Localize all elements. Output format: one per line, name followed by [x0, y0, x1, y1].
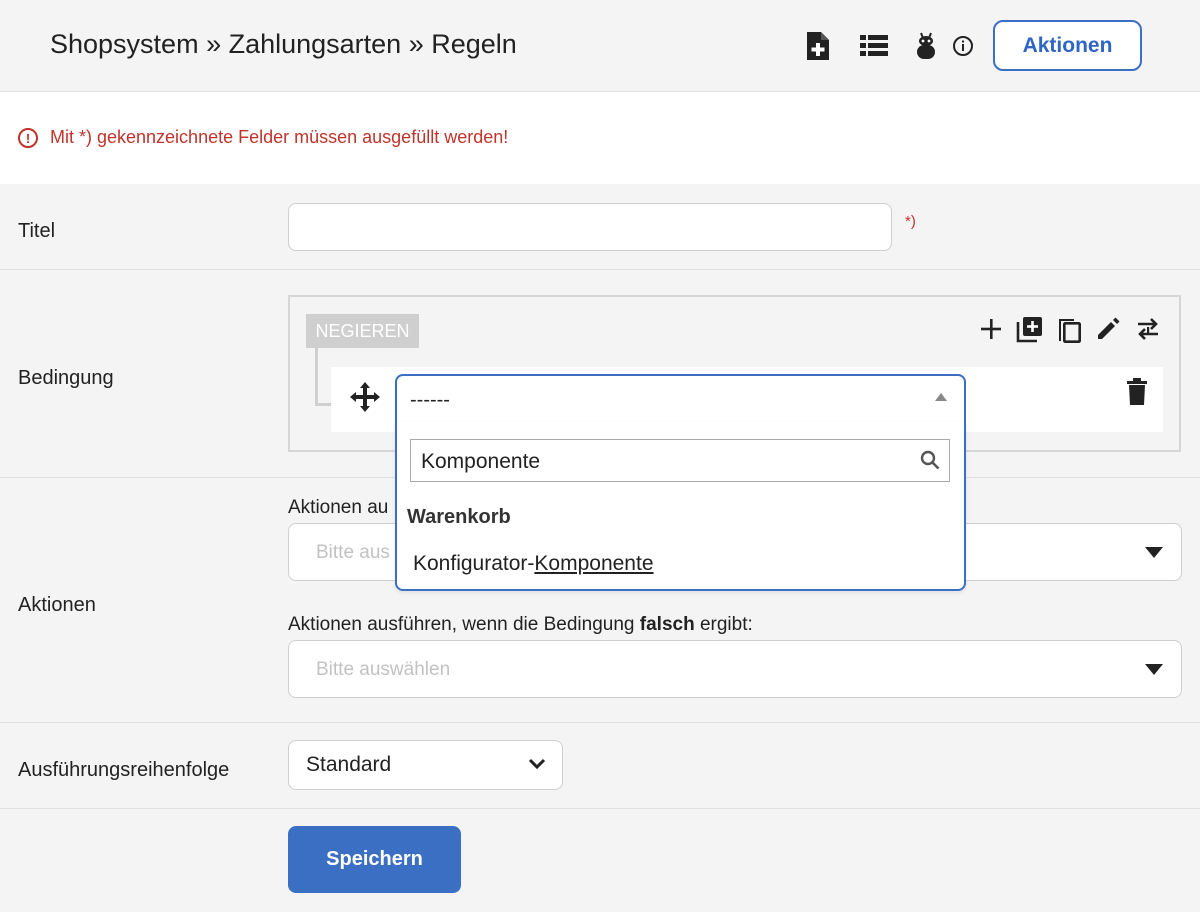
order-label: Ausführungsreihenfolge: [18, 759, 230, 781]
chevron-down-icon: [527, 757, 547, 771]
copy-icon[interactable]: [1054, 312, 1084, 346]
negate-button[interactable]: NEGIEREN: [306, 314, 419, 348]
actions-false-label: Aktionen ausführen, wenn die Bedingung f…: [288, 614, 753, 635]
edit-icon[interactable]: [1093, 312, 1123, 346]
breadcrumb: Shopsystem » Zahlungsarten » Regeln: [50, 29, 517, 59]
condition-select[interactable]: [395, 374, 966, 424]
delete-icon[interactable]: [1126, 378, 1148, 406]
list-icon[interactable]: [859, 30, 889, 62]
divider: [0, 808, 1200, 809]
plus-icon[interactable]: [976, 312, 1006, 346]
title-label: Titel: [18, 220, 56, 242]
file-add-icon[interactable]: [803, 30, 833, 62]
order-select-value: Standard: [306, 753, 392, 776]
search-icon: [919, 449, 941, 471]
required-marker: *): [905, 213, 916, 230]
dropdown-group-label: Warenkorb: [407, 506, 511, 528]
dropdown-search-value: Komponente: [421, 450, 541, 473]
alert-message: Mit *) gekennzeichnete Felder müssen aus…: [50, 127, 509, 147]
move-handle-icon[interactable]: [348, 380, 382, 414]
divider: [0, 269, 1200, 270]
actions-true-label: Aktionen au: [288, 497, 389, 518]
info-icon[interactable]: [948, 30, 978, 62]
title-input[interactable]: [288, 203, 892, 251]
dropdown-option[interactable]: Konfigurator-Komponente: [413, 552, 654, 576]
actions-false-placeholder: Bitte auswählen: [316, 659, 451, 680]
condition-label: Bedingung: [18, 367, 114, 389]
replace-icon[interactable]: [1133, 312, 1163, 346]
caret-down-icon: [1145, 664, 1163, 675]
caret-up-icon: [935, 393, 947, 401]
alert-icon: !: [18, 128, 38, 148]
condition-select-value: ------: [410, 389, 450, 411]
save-button[interactable]: Speichern: [288, 826, 461, 893]
tree-connector: [315, 348, 318, 406]
caret-down-icon: [1145, 547, 1163, 558]
divider: [0, 722, 1200, 723]
actions-button[interactable]: Aktionen: [993, 20, 1142, 71]
actions-label: Aktionen: [18, 594, 96, 616]
add-group-icon[interactable]: [1015, 312, 1045, 346]
bug-icon[interactable]: [911, 30, 941, 62]
actions-true-placeholder: Bitte aus: [316, 542, 390, 563]
